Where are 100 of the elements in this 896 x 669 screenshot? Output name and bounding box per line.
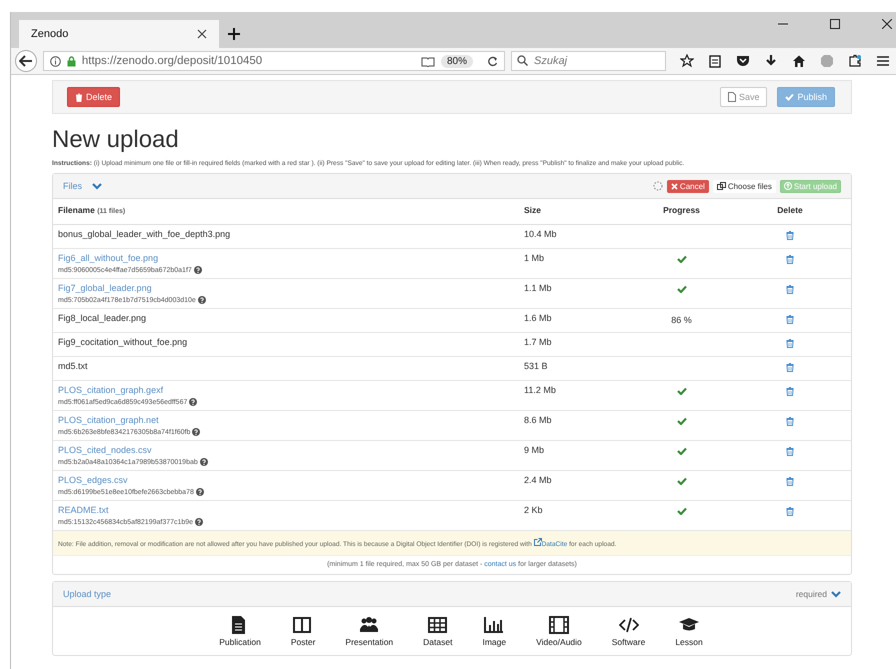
progress-text: 86 % [671, 315, 692, 325]
help-icon [198, 296, 206, 304]
check-icon [676, 447, 686, 455]
delete-file-button[interactable] [786, 417, 794, 426]
puzzle-icon [848, 54, 862, 68]
upload-type-option[interactable]: Lesson [675, 615, 703, 655]
file-link[interactable]: Fig6_all_without_foe.png [58, 253, 158, 263]
star-button[interactable] [678, 52, 696, 70]
table-cell: 531 B [524, 361, 548, 371]
table-icon [428, 615, 448, 635]
help-icon [196, 488, 204, 496]
delete-file-button[interactable] [786, 285, 794, 294]
required-label: required [796, 589, 827, 599]
cancel-button[interactable]: Cancel [666, 180, 709, 192]
home-icon [792, 54, 806, 68]
panel-title[interactable]: Files [63, 181, 82, 191]
table-cell: 11.2 Mb [524, 385, 556, 395]
file-link[interactable]: PLOS_edges.csv [58, 475, 128, 485]
trash-icon [786, 339, 794, 348]
search-icon [517, 55, 528, 66]
upload-type-option[interactable]: Dataset [423, 615, 452, 655]
reload-icon [487, 56, 498, 66]
delete-file-button[interactable] [786, 387, 794, 396]
trash-icon [786, 315, 794, 324]
clipboard-icon [708, 54, 722, 68]
help-icon [195, 518, 204, 526]
address-bar[interactable]: https://zenodo.org/deposit/1010450 80% [42, 51, 505, 71]
delete-file-button[interactable] [786, 339, 794, 348]
back-arrow-icon [18, 55, 33, 67]
table-cell: 8.6 Mb [524, 415, 552, 425]
document-icon [728, 92, 736, 102]
bar-chart-icon [484, 615, 504, 635]
close-icon [882, 19, 892, 29]
lock-icon [66, 56, 76, 66]
help-icon [189, 398, 198, 406]
upload-type-option[interactable]: Publication [219, 615, 261, 655]
delete-file-button[interactable] [786, 447, 794, 456]
browser-tab[interactable]: Zenodo [19, 20, 219, 48]
trash-icon [786, 477, 794, 486]
trash-icon [786, 447, 794, 456]
page-title: New upload [52, 126, 180, 154]
code-icon [618, 615, 639, 635]
spinner-icon [652, 181, 663, 191]
trash-icon [786, 255, 794, 264]
file-name: Fig9_cocitation_without_foe.png [58, 337, 188, 347]
column-header: Progress [662, 205, 701, 215]
delete-file-button[interactable] [786, 507, 794, 516]
file-link[interactable]: README.txt [58, 505, 109, 515]
file-link[interactable]: PLOS_citation_graph.gexf [58, 385, 164, 395]
table-cell: 10.4 Mb [524, 229, 557, 239]
download-icon [764, 54, 778, 68]
back-button[interactable] [15, 50, 37, 72]
upload-type-option[interactable]: Poster [290, 615, 316, 655]
people-icon [359, 615, 380, 635]
check-icon [785, 93, 794, 101]
table-cell: 2 Kb [524, 505, 543, 515]
help-icon [200, 458, 208, 466]
upload-type-option[interactable]: Image [482, 615, 506, 655]
trash-icon [786, 417, 794, 426]
external-link-icon [534, 538, 542, 546]
column-header: Size [524, 205, 542, 215]
search-field[interactable]: Szukaj [511, 51, 666, 71]
upload-type-option[interactable]: Software [612, 615, 646, 655]
check-icon [676, 255, 686, 263]
zoom-level[interactable]: 80% [440, 54, 473, 68]
delete-button[interactable]: Delete [67, 87, 120, 107]
check-icon [676, 285, 686, 293]
panel-title[interactable]: Upload type [63, 589, 112, 599]
trash-icon [75, 92, 83, 102]
trash-icon [786, 387, 794, 396]
chevron-down-icon [92, 182, 102, 190]
check-icon [676, 387, 686, 395]
file-name: bonus_global_leader_with_foe_depth3.png [58, 229, 230, 239]
file-link[interactable]: PLOS_citation_graph.net [58, 415, 159, 425]
copy-icon [716, 182, 726, 190]
trash-icon [786, 231, 794, 240]
delete-file-button[interactable] [786, 255, 794, 264]
help-icon [192, 428, 200, 436]
delete-file-button[interactable] [786, 231, 794, 240]
help-icon [194, 266, 202, 274]
table-cell: 9 Mb [524, 445, 544, 455]
upload-type-option[interactable]: Video/Audio [536, 615, 582, 655]
plus-icon [227, 27, 241, 41]
upload-type-option[interactable]: Presentation [345, 615, 394, 655]
delete-file-button[interactable] [786, 315, 794, 324]
file-link[interactable]: PLOS_cited_nodes.csv [58, 445, 152, 455]
star-icon [680, 54, 694, 68]
table-cell: 1.1 Mb [524, 283, 552, 293]
choose-files-button[interactable]: Choose files [712, 180, 776, 192]
close-icon [197, 29, 207, 39]
delete-file-button[interactable] [786, 477, 794, 486]
reader-view-icon [420, 56, 435, 66]
publish-button[interactable]: Publish [777, 87, 835, 107]
save-button[interactable]: Save [720, 87, 768, 107]
url-text: https://zenodo.org/deposit/1010450 [82, 55, 262, 67]
delete-file-button[interactable] [786, 363, 794, 372]
trash-icon [786, 507, 794, 516]
table-cell: 1.6 Mb [524, 313, 552, 323]
file-link[interactable]: Fig7_global_leader.png [58, 283, 152, 293]
pocket-icon [736, 54, 750, 68]
